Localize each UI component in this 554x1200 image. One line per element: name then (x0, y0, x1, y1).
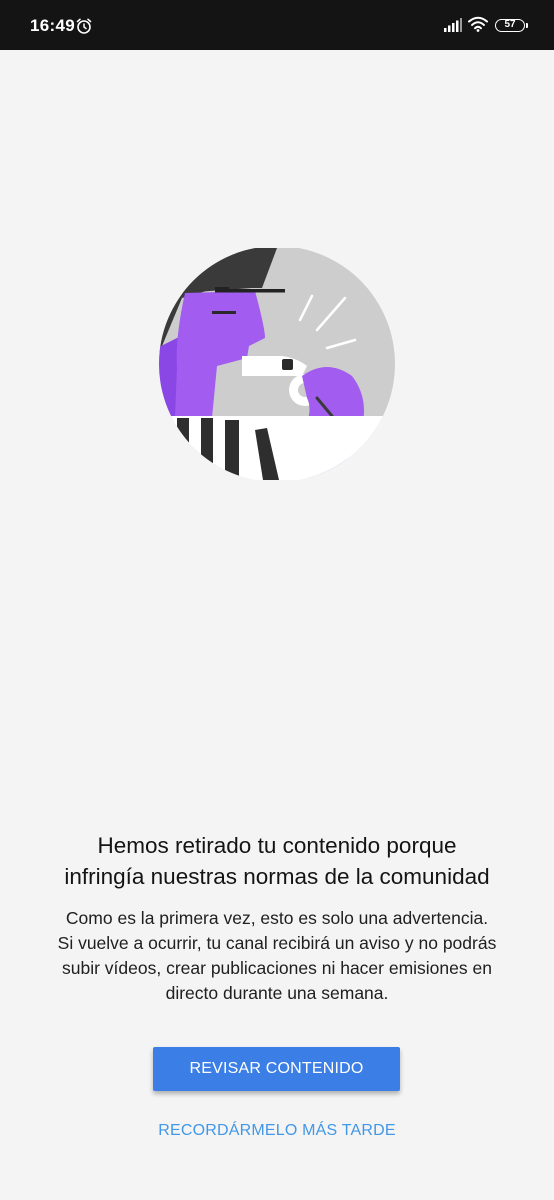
wifi-icon (468, 16, 488, 32)
headline-line-1: Hemos retirado tu contenido porque (97, 833, 457, 858)
warning-description: Como es la primera vez, esto es solo una… (0, 906, 554, 1006)
review-content-button[interactable]: REVISAR CONTENIDO (153, 1047, 400, 1091)
body-line-4: directo durante una semana. (165, 983, 389, 1003)
status-time: 16:49 (30, 16, 75, 35)
alarm-icon (76, 18, 92, 34)
battery-icon: 57 (495, 19, 528, 32)
headline-line-2: infringía nuestras normas de la comunida… (64, 864, 490, 889)
body-line-2: Si vuelve a ocurrir, tu canal recibirá u… (57, 933, 497, 953)
signal-icon (444, 18, 462, 32)
referee-whistle-illustration (159, 248, 395, 480)
body-line-3: subir vídeos, crear publicaciones ni hac… (62, 958, 492, 978)
remind-later-button[interactable]: RECORDÁRMELO MÁS TARDE (140, 1117, 414, 1145)
status-bar: 16:49 57 (0, 0, 554, 50)
body-line-1: Como es la primera vez, esto es solo una… (65, 908, 489, 928)
page-title: Hemos retirado tu contenido porque infri… (0, 830, 554, 892)
